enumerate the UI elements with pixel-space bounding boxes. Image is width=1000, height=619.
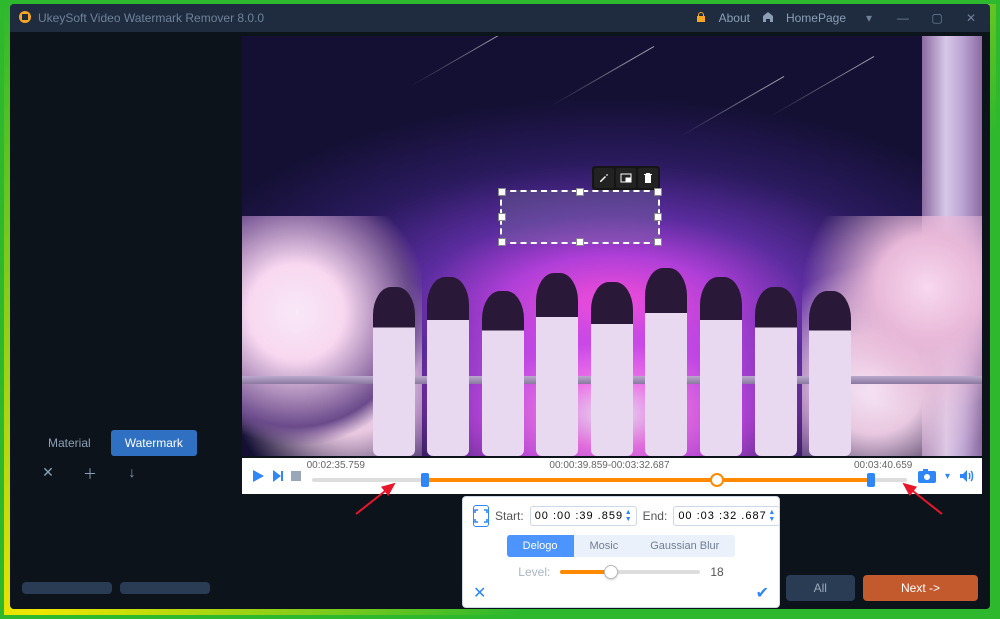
left-icon-row: ✕ ＋ ↓	[36, 464, 144, 484]
tab-watermark[interactable]: Watermark	[111, 430, 197, 456]
dropdown-icon[interactable]: ▾	[858, 11, 880, 25]
video-preview[interactable]	[242, 36, 982, 456]
end-time-input[interactable]: ▲▼	[673, 506, 780, 526]
mode-gaussian-blur[interactable]: Gaussian Blur	[634, 535, 735, 557]
play-button[interactable]	[250, 468, 266, 484]
down-icon[interactable]: ↓	[120, 464, 144, 484]
end-time-field[interactable]	[678, 510, 766, 522]
preview-person	[645, 268, 687, 456]
resize-handle-br[interactable]	[654, 238, 662, 246]
close-button[interactable]: ✕	[960, 11, 982, 25]
timeline: 00:02:35.759 00:00:39.859-00:03:32.687 0…	[242, 458, 982, 494]
btn-all[interactable]: All	[786, 575, 855, 601]
end-spin-down[interactable]: ▼	[768, 516, 775, 523]
next-button[interactable]: Next ->	[863, 575, 978, 601]
fullscreen-icon[interactable]	[473, 505, 489, 527]
level-label: Level:	[518, 565, 550, 579]
start-label: Start:	[495, 509, 524, 523]
snapshot-icon[interactable]	[917, 468, 937, 484]
start-spin-up[interactable]: ▲	[625, 509, 632, 516]
tl-range-label: 00:00:39.859-00:03:32.687	[549, 460, 669, 471]
app-logo-icon	[18, 10, 32, 27]
watermark-selection-box[interactable]	[500, 190, 660, 244]
resize-handle-bl[interactable]	[498, 238, 506, 246]
lock-icon[interactable]	[695, 11, 707, 26]
plus-icon[interactable]: ＋	[78, 464, 102, 484]
mode-delogo[interactable]: Delogo	[507, 535, 574, 557]
titlebar: UkeySoft Video Watermark Remover 8.0.0 A…	[10, 4, 990, 32]
level-slider[interactable]	[560, 570, 700, 574]
homepage-link[interactable]: HomePage	[786, 11, 846, 25]
range-end-handle[interactable]	[867, 473, 875, 487]
maximize-button[interactable]: ▢	[926, 11, 948, 25]
app-title: UkeySoft Video Watermark Remover 8.0.0	[38, 11, 264, 25]
edit-icon[interactable]	[594, 168, 614, 188]
tab-material[interactable]: Material	[34, 430, 105, 456]
bottom-btn-a[interactable]	[22, 582, 112, 594]
preview-person	[591, 282, 633, 456]
preview-person	[700, 277, 742, 456]
preview-person	[482, 291, 524, 456]
preview-person	[373, 287, 415, 456]
popup-cancel-icon[interactable]: ✕	[473, 583, 486, 603]
start-spin-down[interactable]: ▼	[625, 516, 632, 523]
preview-person	[809, 291, 851, 456]
left-tabs: Material Watermark	[34, 430, 197, 456]
level-knob[interactable]	[604, 565, 618, 579]
mode-mosaic[interactable]: Mosic	[574, 535, 635, 557]
step-button[interactable]	[270, 468, 286, 484]
start-time-field[interactable]	[535, 510, 623, 522]
preview-person	[755, 287, 797, 456]
timeline-selected-range	[425, 478, 871, 482]
end-label: End:	[643, 509, 668, 523]
end-spin-up[interactable]: ▲	[768, 509, 775, 516]
resize-handle-tl[interactable]	[498, 188, 506, 196]
preview-person	[427, 277, 469, 456]
level-value: 18	[710, 565, 723, 579]
resize-handle-rm[interactable]	[654, 213, 662, 221]
mode-tabs: Delogo Mosic Gaussian Blur	[507, 535, 736, 557]
bottom-btn-b[interactable]	[120, 582, 210, 594]
stop-button[interactable]	[290, 470, 302, 482]
resize-handle-tm[interactable]	[576, 188, 584, 196]
resize-handle-lm[interactable]	[498, 213, 506, 221]
timeline-track[interactable]: 00:02:35.759 00:00:39.859-00:03:32.687 0…	[312, 462, 907, 490]
snapshot-dropdown-icon[interactable]: ▾	[945, 471, 950, 482]
home-icon[interactable]	[762, 11, 774, 26]
range-settings-popup: Start: ▲▼ End: ▲▼ Delogo Mosic Gaussian …	[462, 496, 780, 608]
about-link[interactable]: About	[719, 11, 750, 25]
selection-toolbar	[592, 166, 660, 190]
playhead[interactable]	[710, 473, 724, 487]
delete-icon[interactable]: ✕	[36, 464, 60, 484]
resize-handle-tr[interactable]	[654, 188, 662, 196]
tl-start-label: 00:02:35.759	[307, 460, 365, 471]
preview-people	[360, 221, 863, 456]
trash-icon[interactable]	[638, 168, 658, 188]
app-window: UkeySoft Video Watermark Remover 8.0.0 A…	[10, 4, 990, 609]
popup-confirm-icon[interactable]: ✔	[756, 583, 769, 603]
resize-handle-bm[interactable]	[576, 238, 584, 246]
tl-end-label: 00:03:40.659	[854, 460, 912, 471]
volume-icon[interactable]	[958, 468, 974, 484]
minimize-button[interactable]: —	[892, 11, 914, 25]
pip-icon[interactable]	[616, 168, 636, 188]
preview-person	[536, 273, 578, 456]
range-start-handle[interactable]	[421, 473, 429, 487]
left-panel: Material Watermark ✕ ＋ ↓	[26, 32, 226, 609]
start-time-input[interactable]: ▲▼	[530, 506, 637, 526]
